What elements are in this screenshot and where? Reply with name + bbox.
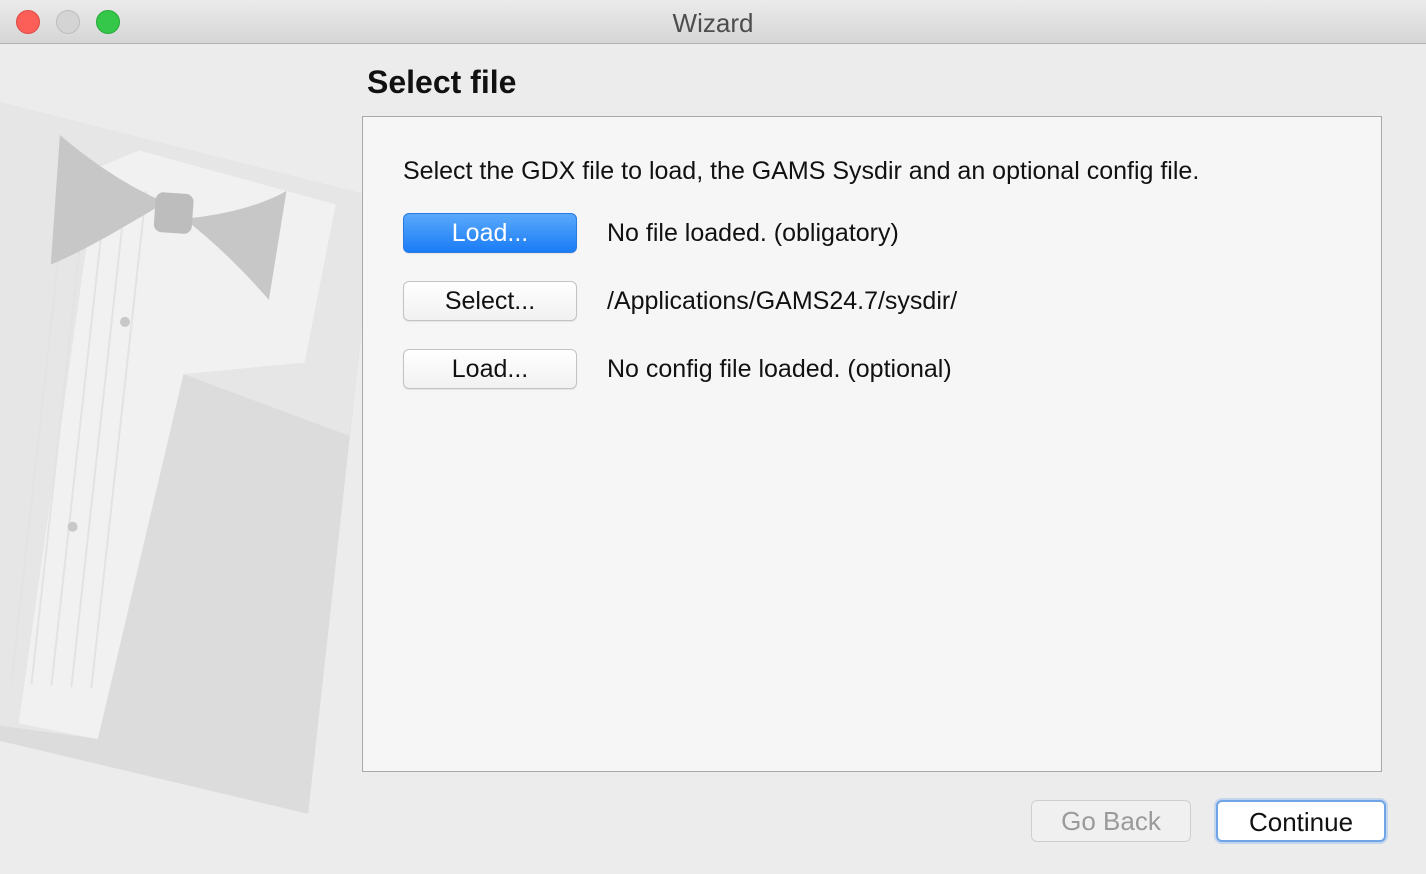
content-panel: Select the GDX file to load, the GAMS Sy… [362,116,1382,772]
config-file-status: No config file loaded. (optional) [607,355,952,383]
go-back-button[interactable]: Go Back [1031,800,1191,842]
continue-button[interactable]: Continue [1216,800,1386,842]
title-bar[interactable]: Wizard [0,0,1426,44]
instructions-text: Select the GDX file to load, the GAMS Sy… [403,157,1200,185]
page-title: Select file [367,64,517,100]
wizard-window: Wizard Select file Select the GDX file t… [0,0,1426,874]
load-gdx-button[interactable]: Load... [403,213,577,253]
select-sysdir-button[interactable]: Select... [403,281,577,321]
load-config-button[interactable]: Load... [403,349,577,389]
gdx-file-status: No file loaded. (obligatory) [607,219,899,247]
tuxedo-watermark-icon [0,100,370,814]
sysdir-path: /Applications/GAMS24.7/sysdir/ [607,287,958,315]
window-title: Wizard [672,8,754,38]
